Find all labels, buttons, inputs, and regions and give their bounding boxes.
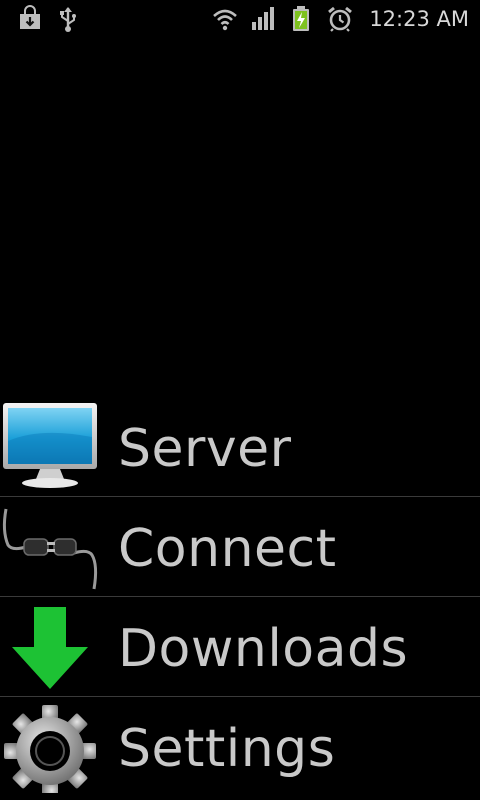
download-notification-icon[interactable] <box>16 5 44 33</box>
down-arrow-icon <box>12 607 88 689</box>
main-menu: Server Connect Downloads Settings <box>0 397 480 800</box>
monitor-icon <box>3 403 97 488</box>
menu-label-server: Server <box>118 419 292 479</box>
menu-item-connect[interactable]: Connect <box>0 497 480 597</box>
app-screen: 12:23 AM Server Connect Downloads Settin… <box>0 0 480 800</box>
alarm-icon <box>328 6 352 32</box>
menu-label-connect: Connect <box>118 519 337 579</box>
menu-item-settings[interactable]: Settings <box>0 697 480 800</box>
menu-label-settings: Settings <box>118 719 336 779</box>
menu-label-downloads: Downloads <box>118 619 409 679</box>
plug-icon <box>2 508 98 590</box>
signal-icon <box>252 7 274 30</box>
wifi-icon <box>213 9 237 31</box>
gear-icon <box>4 705 96 793</box>
menu-item-server[interactable]: Server <box>0 397 480 497</box>
status-bar: 12:23 AM <box>0 0 480 38</box>
battery-charging-icon <box>293 6 309 31</box>
usb-icon[interactable] <box>54 5 82 33</box>
status-time: 12:23 AM <box>369 7 469 31</box>
menu-item-downloads[interactable]: Downloads <box>0 597 480 697</box>
